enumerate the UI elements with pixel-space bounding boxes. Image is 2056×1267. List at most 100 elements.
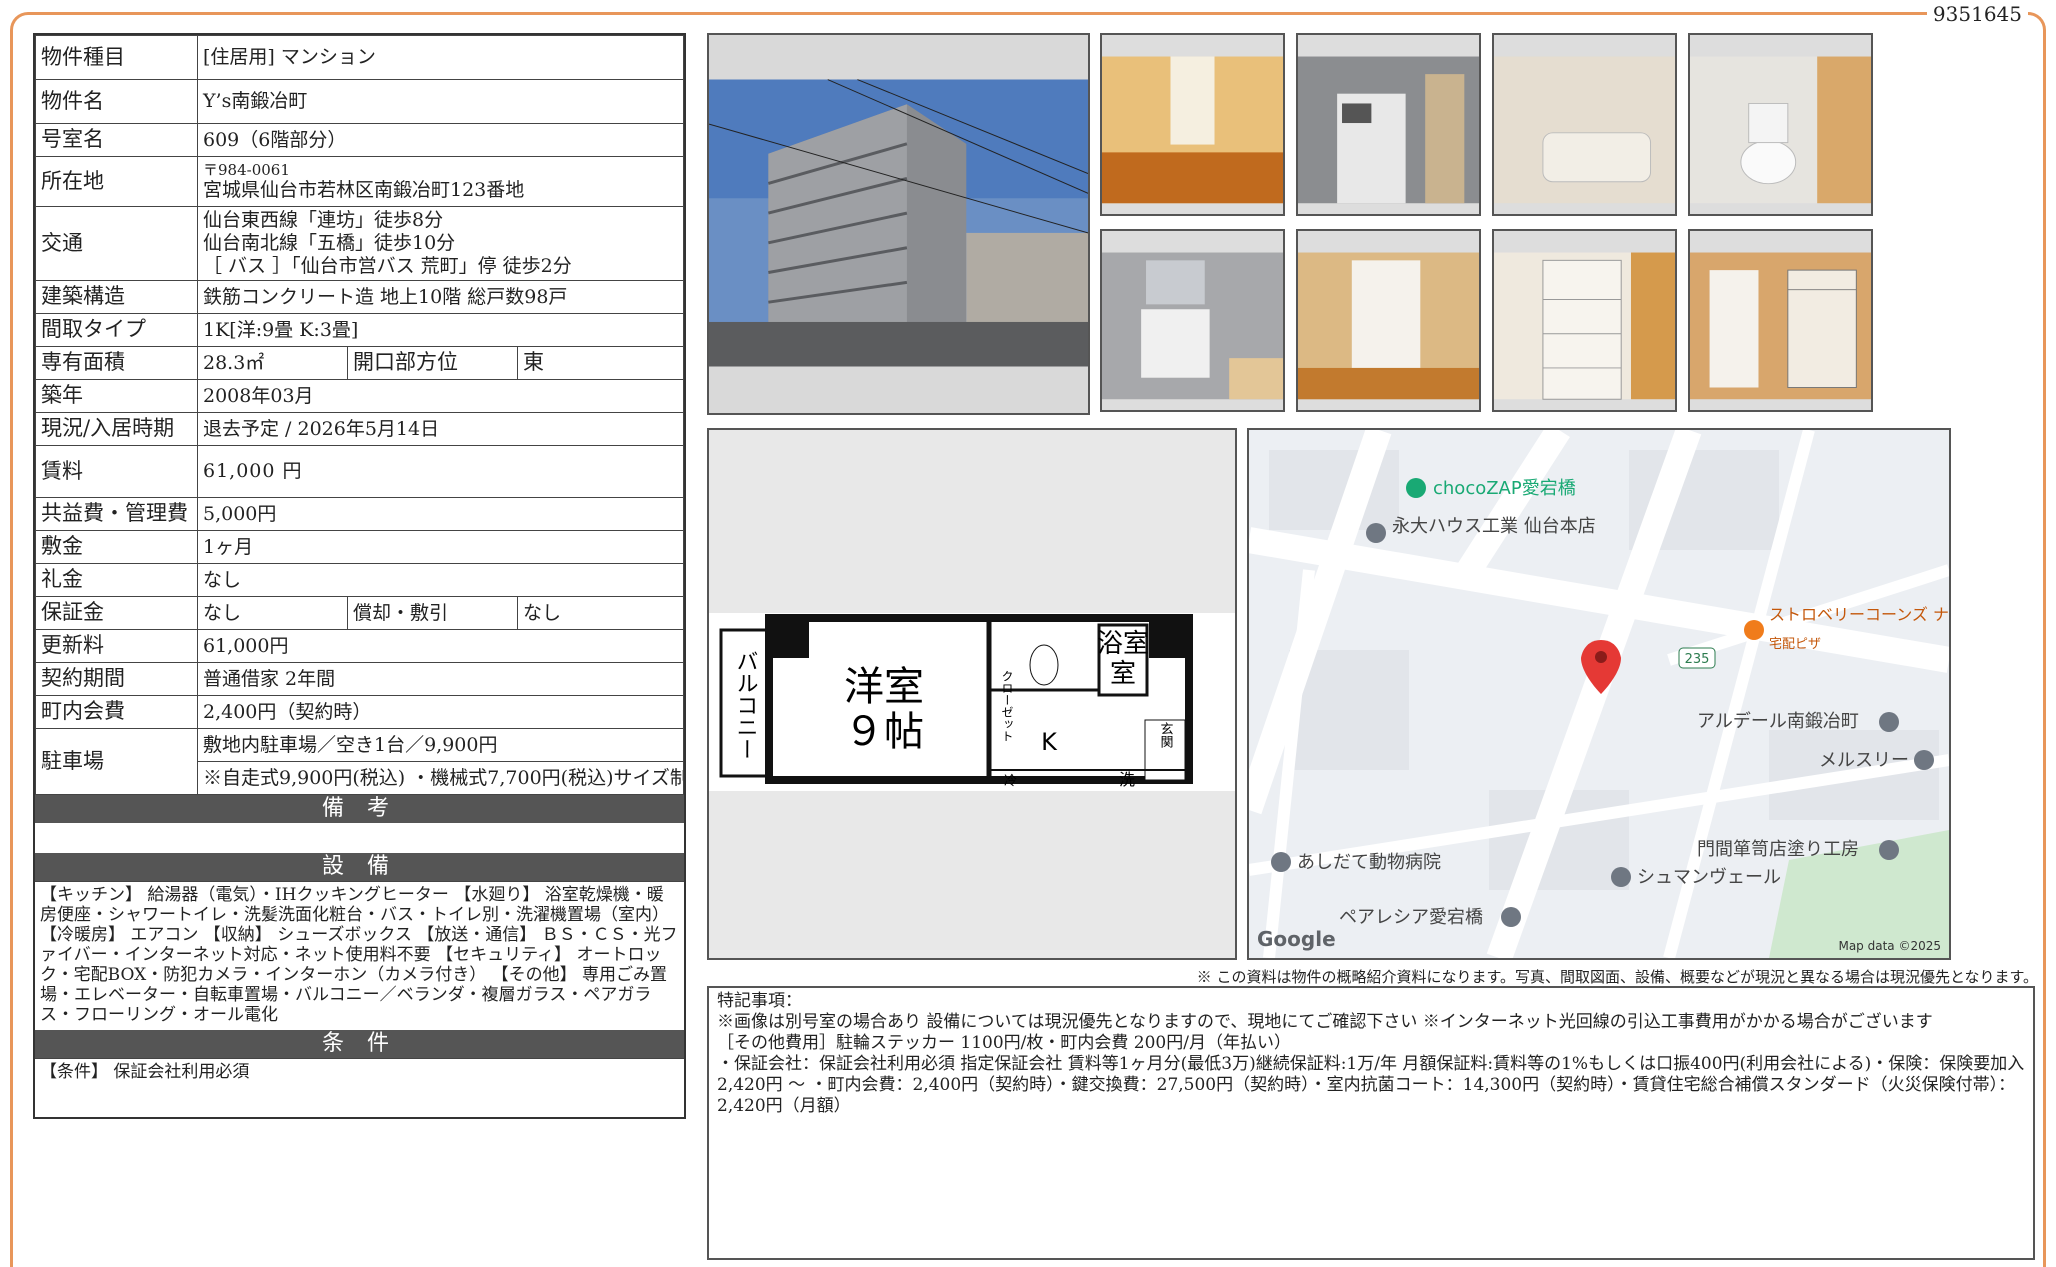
map-canvas: 235 chocoZAP愛宕橋 永大ハウス工業 仙台本店 ストロベリーコーンズ … [1249,430,1949,958]
keymoney-value: なし [197,563,684,597]
bathroom-image [1494,35,1675,214]
location-map[interactable]: 235 chocoZAP愛宕橋 永大ハウス工業 仙台本店 ストロベリーコーンズ … [1247,428,1951,960]
room-label: 洋室 [844,664,924,710]
transport-line: ［ バス ］「仙台市営バス 荒町」停 徒歩2分 [203,254,572,277]
entrance-label: 玄関 [1158,722,1174,749]
poi-label: ストロベリーコーンズ ナポリの窯 荒町通店 [1769,605,1949,624]
deposit-value: 1ヶ月 [197,530,684,564]
name-value: Y’s南鍛冶町 [197,79,684,124]
conditions-text: 【条件】 保証会社利用必須 [35,1058,684,1117]
poi-label: アルデール南鍛冶町 [1697,711,1859,732]
kitchen-image [1298,35,1479,214]
address-value: 宮城県仙台市若林区南鍛冶町123番地 [203,179,525,202]
entrance-photo[interactable] [1296,229,1481,412]
poi-label: シュマンヴェール [1637,867,1781,888]
toilet-image [1690,35,1871,214]
address-cell: 〒984-0061 宮城県仙台市若林区南鍛冶町123番地 [197,156,684,207]
balcony-label: バルコニー [733,650,758,760]
fee-value: 5,000円 [197,497,684,531]
transport-line: 仙台東西線「連坊」徒歩8分 [203,209,444,232]
rent-label: 賃料 [35,445,198,498]
poi-label: chocoZAP愛宕橋 [1433,478,1576,499]
property-table: 物件種目 [住居用] マンション 物件名 Y’s南鍛冶町 号室名 609（6階部… [35,35,684,795]
special-line: ・保証会社：保証会社利用必須 指定保証会社 賃料等1ヶ月分(最低3万)継続保証料… [717,1054,2025,1116]
layout-value: 1K[洋:9畳 K:3畳] [197,313,684,347]
room-size: ９帖 [844,709,924,755]
keymoney-label: 礼金 [35,563,198,597]
amort-label: 償却・敷引 [347,596,518,630]
structure-value: 鉄筋コンクリート造 地上10階 総戸数98戸 [197,280,684,314]
community-value: 2,400円（契約時） [197,695,684,729]
floor-plan[interactable]: バルコニー 洋室 ９帖 クローゼット 浴室 室 K 玄関 冷 洗 [707,428,1237,960]
guarantee-label: 保証金 [35,596,198,630]
toilet-photo[interactable] [1688,33,1873,216]
bath-label: 浴室 [1097,629,1149,659]
closet-image [1690,231,1871,410]
google-logo: Google [1257,927,1336,951]
room-value: 609（6階部分） [197,123,684,157]
area-value: 28.3㎡ [197,346,348,380]
floor-plan-drawing: バルコニー 洋室 ９帖 クローゼット 浴室 室 K 玄関 冷 洗 [709,613,1235,791]
area-label: 専有面積 [35,346,198,380]
storage-image [1494,231,1675,410]
special-line: ［その他費用］駐輪ステッカー 1100円/枚・町内会費 200円/月（年払い） [717,1033,1291,1053]
address-label: 所在地 [35,156,198,207]
status-label: 現況/入居時期 [35,412,198,446]
disclaimer: ※ この資料は物件の概略紹介資料になります。写真、間取図面、設備、概要などが現況… [1196,968,2038,986]
community-label: 町内会費 [35,695,198,729]
poi-label: ペアレシア愛宕橋 [1339,907,1483,928]
poi-label: 門間箪笥店塗り工房 [1697,838,1859,860]
contract-value: 普通借家 2年間 [197,662,684,696]
special-notes: 特記事項： ※画像は別号室の場合あり 設備については現況優先となりますので、現地… [707,986,2035,1260]
structure-label: 建築構造 [35,280,198,314]
parking-value: 敷地内駐車場／空き1台／9,900円 [197,728,684,762]
special-title: 特記事項： [717,991,802,1011]
equipment-heading: 設 備 [35,853,684,881]
conditions-heading: 条 件 [35,1030,684,1058]
type-value: [住居用] マンション [197,35,684,80]
document-id: 9351645 [1926,2,2028,26]
poi-label: 永大ハウス工業 仙台本店 [1392,516,1596,537]
entrance-image [1298,231,1479,410]
parking-label: 駐車場 [35,728,198,795]
remarks-body [35,823,684,853]
direction-label: 開口部方位 [347,346,518,380]
direction-value: 東 [517,346,684,380]
closet-photo[interactable] [1688,229,1873,412]
road-number: 235 [1685,652,1710,667]
bathroom-photo[interactable] [1492,33,1677,216]
special-line: ※画像は別号室の場合あり 設備については現況優先となりますので、現地にてご確認下… [717,1012,1933,1032]
closet-label: クローゼット [1000,670,1014,742]
guarantee-value: なし [197,596,348,630]
layout-label: 間取タイプ [35,313,198,347]
address-zip: 〒984-0061 [203,161,290,180]
storage-photo[interactable] [1492,229,1677,412]
equipment-text: 【キッチン】 給湯器（電気）・IHクッキングヒーター 【水廻り】 浴室乾燥機・暖… [35,881,684,1030]
transport-line: 仙台南北線「五橋」徒歩10分 [203,232,456,255]
kitchen-photo[interactable] [1296,33,1481,216]
renewal-label: 更新料 [35,629,198,663]
rent-value: 61,000 円 [197,445,684,498]
amort-value: なし [517,596,684,630]
built-value: 2008年03月 [197,379,684,413]
kitchen-label: K [1041,728,1058,756]
contract-label: 契約期間 [35,662,198,696]
map-attribution: Map data ©2025 [1838,939,1941,953]
fridge-label: 冷 [1004,774,1017,789]
fee-label: 共益費・管理費 [35,497,198,531]
washroom-photo[interactable] [1100,229,1285,412]
remarks-heading: 備 考 [35,795,684,823]
washroom-image [1102,231,1283,410]
poi-label: 宅配ピザ [1769,637,1821,652]
wash-label: 洗 [1119,770,1135,789]
deposit-label: 敷金 [35,530,198,564]
spec-sheet: 物件種目 [住居用] マンション 物件名 Y’s南鍛冶町 号室名 609（6階部… [33,33,686,1119]
living-room-image [1102,35,1283,214]
poi-label: あしだて動物病院 [1297,852,1441,873]
transport-label: 交通 [35,206,198,281]
room-photo[interactable] [1100,33,1285,216]
building-exterior-photo[interactable] [707,33,1090,415]
parking-note: ※自走式9,900円(税込) ・機械式7,700円(税込)サイズ制限あり [197,761,684,795]
renewal-value: 61,000円 [197,629,684,663]
building-image [709,79,1088,367]
